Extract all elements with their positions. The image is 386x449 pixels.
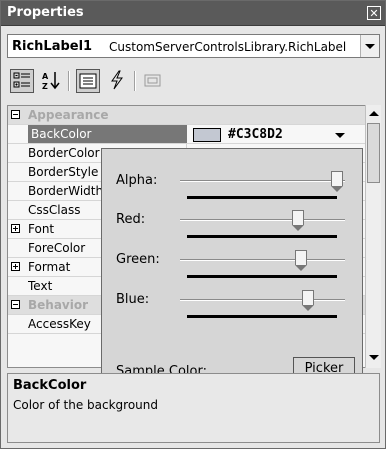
color-editor-popup: Alpha: Red: Green: Blue: Sample Color: P… xyxy=(101,148,363,410)
property-pages-icon xyxy=(144,74,161,87)
alphabetical-icon: A Z xyxy=(42,72,60,91)
expand-icon[interactable] xyxy=(11,262,20,271)
properties-icon xyxy=(79,73,97,89)
green-label: Green: xyxy=(116,252,160,267)
red-track xyxy=(180,219,345,221)
alpha-slider[interactable] xyxy=(331,171,343,193)
events-button[interactable] xyxy=(106,69,130,93)
property-name: BackColor xyxy=(28,125,187,143)
green-track xyxy=(180,259,345,261)
alpha-fill xyxy=(187,196,337,199)
blue-slider[interactable] xyxy=(301,290,314,312)
red-slider[interactable] xyxy=(292,210,305,232)
blue-track xyxy=(180,299,345,301)
toolbar: A Z xyxy=(1,65,385,101)
properties-button[interactable] xyxy=(76,69,100,93)
property-row-backcolor[interactable]: BackColor #C3C8D2 xyxy=(8,125,365,144)
svg-text:Z: Z xyxy=(42,82,48,91)
events-icon xyxy=(111,70,123,90)
object-selector[interactable]: RichLabel1 CustomServerControlsLibrary.R… xyxy=(7,34,380,58)
blue-label: Blue: xyxy=(116,292,150,307)
categorized-button[interactable] xyxy=(10,69,34,93)
expand-icon[interactable] xyxy=(11,224,20,233)
property-pages-button[interactable] xyxy=(142,69,166,93)
svg-text:A: A xyxy=(42,72,49,81)
vertical-scrollbar[interactable] xyxy=(365,105,381,368)
red-fill xyxy=(187,235,337,238)
properties-window: Properties ✕ RichLabel1 CustomServerCont… xyxy=(0,0,386,449)
categorized-icon xyxy=(13,72,30,88)
color-swatch xyxy=(193,128,221,142)
alpha-label: Alpha: xyxy=(116,173,158,188)
description-text: Color of the background xyxy=(13,398,159,412)
close-icon: ✕ xyxy=(369,7,379,20)
scroll-down-icon[interactable] xyxy=(366,349,382,365)
toolbar-separator xyxy=(68,71,70,91)
chevron-down-icon[interactable] xyxy=(360,35,379,57)
green-fill xyxy=(187,275,337,278)
toolbar-separator xyxy=(134,71,136,91)
close-button[interactable]: ✕ xyxy=(367,6,381,20)
blue-fill xyxy=(187,315,337,318)
scroll-up-icon[interactable] xyxy=(366,106,382,122)
category-label: Appearance xyxy=(28,108,109,122)
description-pane: BackColor Color of the background xyxy=(7,373,380,443)
alpha-track xyxy=(180,180,345,182)
object-type: CustomServerControlsLibrary.RichLabel xyxy=(109,40,347,54)
alphabetical-button[interactable]: A Z xyxy=(40,69,64,93)
title-bar: Properties ✕ xyxy=(1,1,385,26)
green-slider[interactable] xyxy=(295,250,308,272)
object-name: RichLabel1 xyxy=(12,39,93,54)
scroll-thumb[interactable] xyxy=(367,123,380,183)
collapse-icon[interactable] xyxy=(11,110,20,119)
description-title: BackColor xyxy=(13,378,87,393)
collapse-icon[interactable] xyxy=(11,300,20,309)
window-title: Properties xyxy=(7,5,84,20)
red-label: Red: xyxy=(116,212,146,227)
category-row-appearance[interactable]: Appearance xyxy=(8,106,365,125)
property-value[interactable]: #C3C8D2 xyxy=(228,127,283,142)
chevron-down-icon[interactable] xyxy=(332,128,348,142)
